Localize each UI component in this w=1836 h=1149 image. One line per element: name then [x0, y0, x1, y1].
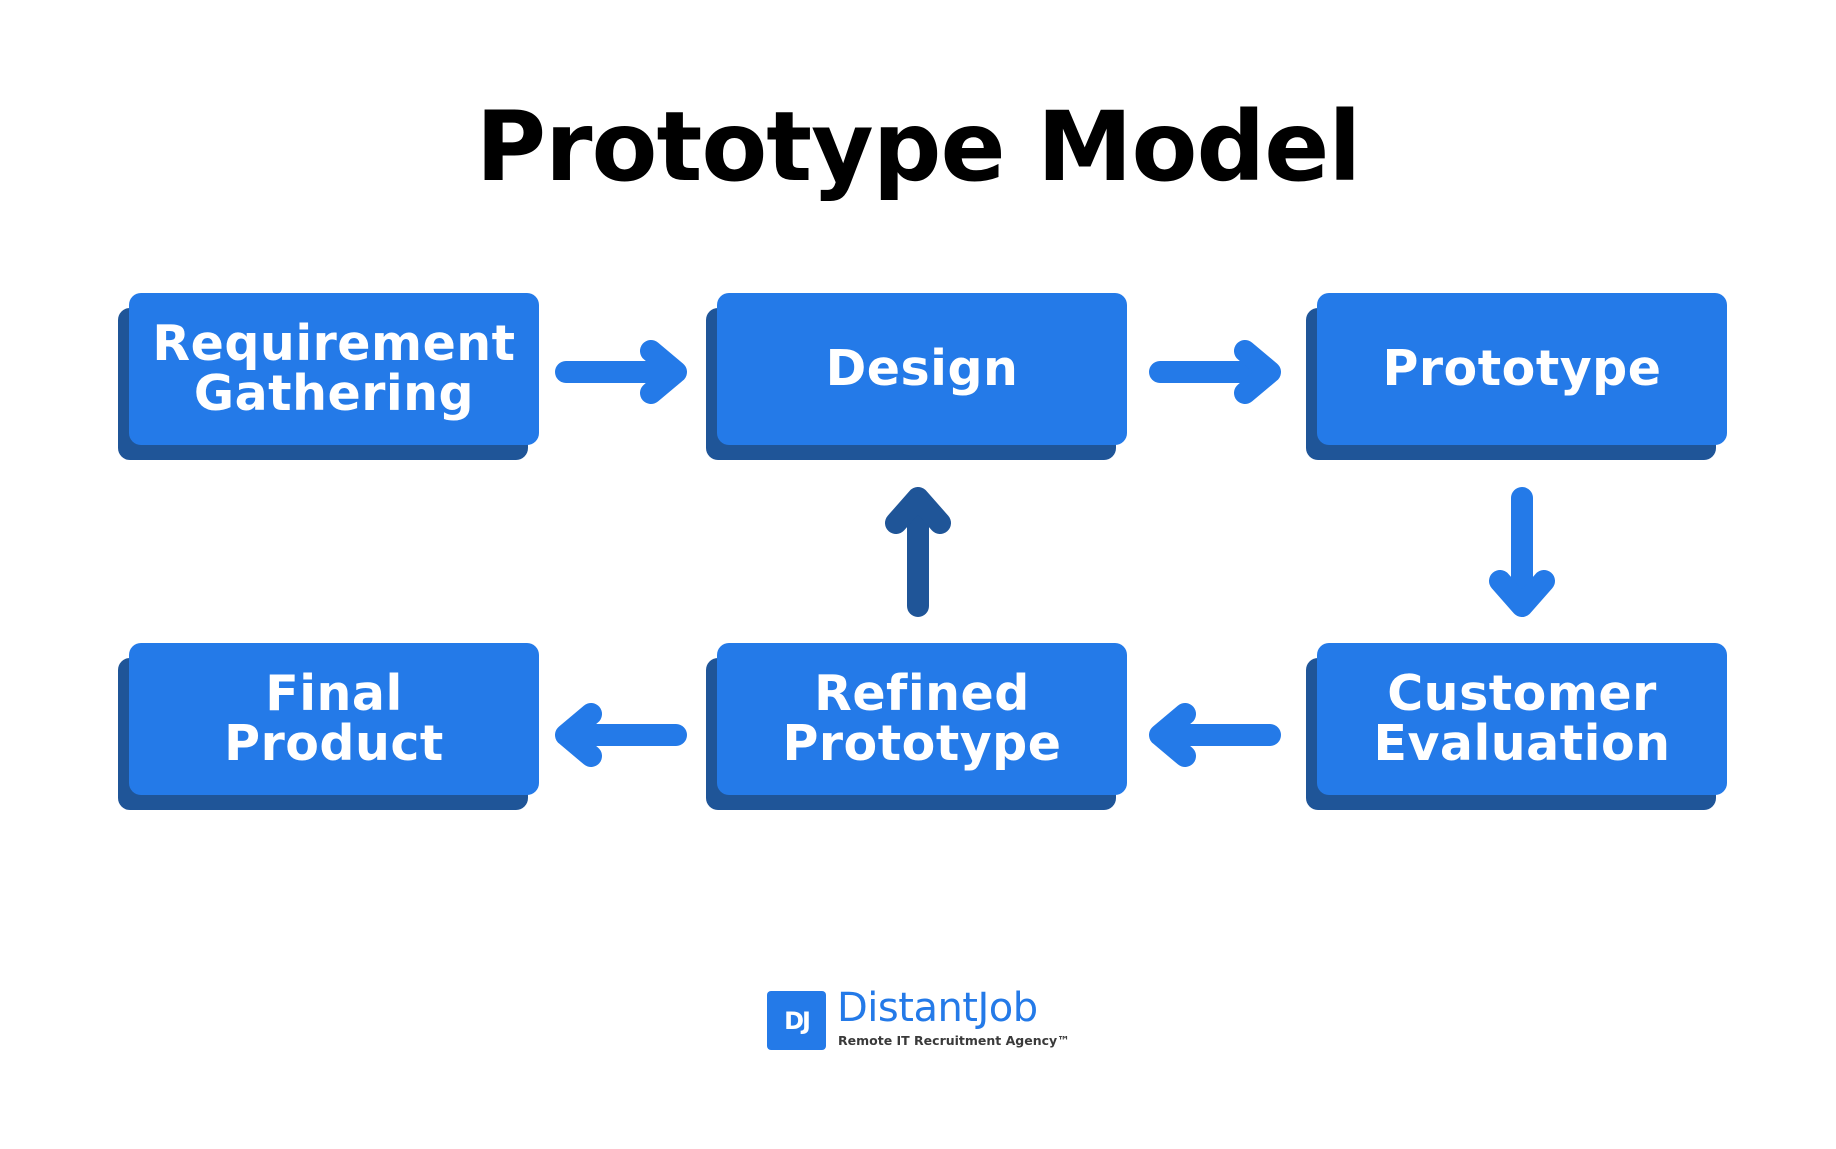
- box-face: Requirement Gathering: [129, 293, 539, 445]
- node-label: Customer Evaluation: [1373, 665, 1671, 772]
- logo-brand-name: DistantJob: [837, 985, 1038, 1031]
- node-prototype: Prototype: [1306, 293, 1727, 460]
- box-face: Customer Evaluation: [1317, 643, 1727, 795]
- node-label: Prototype: [1382, 340, 1662, 397]
- box-face: Final Product: [129, 643, 539, 795]
- node-final-product: Final Product: [118, 643, 539, 810]
- node-requirement-gathering: Requirement Gathering: [118, 293, 539, 460]
- arrow-refined-to-final: [555, 703, 687, 767]
- diagram-title: Prototype Model: [475, 91, 1361, 203]
- node-design: Design: [706, 293, 1127, 460]
- node-label: Final Product: [224, 665, 444, 772]
- arrow-refined-to-design-feedback: [885, 487, 951, 617]
- arrow-prototype-to-evaluation: [1489, 487, 1555, 617]
- node-refined-prototype: Refined Prototype: [706, 643, 1127, 810]
- box-face: Prototype: [1317, 293, 1727, 445]
- box-face: Design: [717, 293, 1127, 445]
- node-customer-evaluation: Customer Evaluation: [1306, 643, 1727, 810]
- arrow-design-to-prototype: [1149, 340, 1281, 404]
- box-face: Refined Prototype: [717, 643, 1127, 795]
- arrow-requirement-to-design: [555, 340, 687, 404]
- node-label: Requirement Gathering: [152, 315, 516, 422]
- arrow-evaluation-to-refined: [1149, 703, 1281, 767]
- dj-logo-icon: DJ: [767, 991, 826, 1050]
- logo-tagline: Remote IT Recruitment Agency™: [838, 1033, 1070, 1048]
- node-label: Design: [825, 340, 1019, 397]
- node-label: Refined Prototype: [782, 665, 1062, 772]
